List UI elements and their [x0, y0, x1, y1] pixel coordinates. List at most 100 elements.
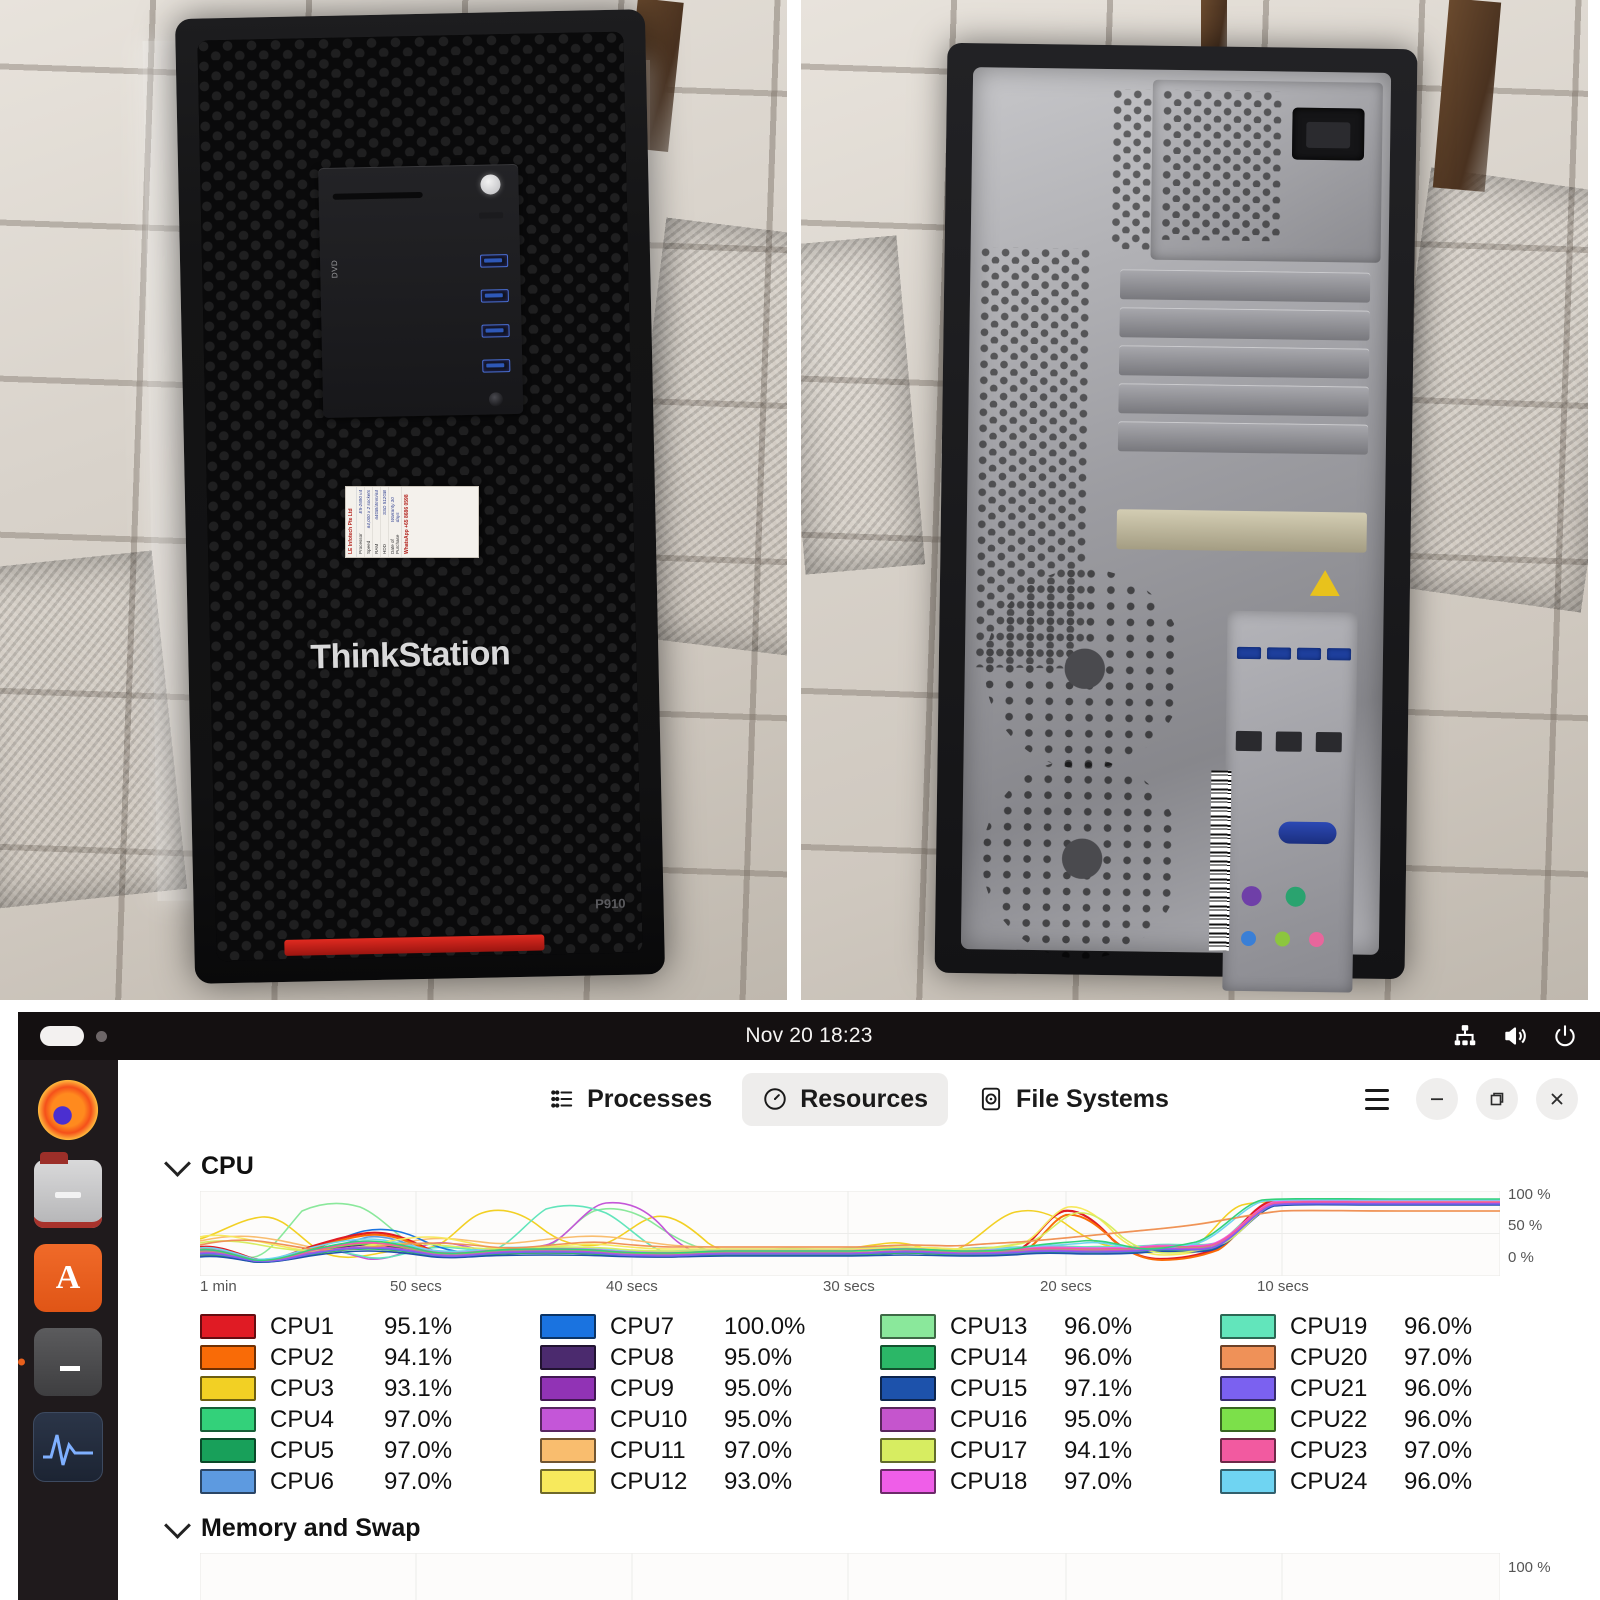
legend-item: CPU11 97.0%	[540, 1436, 880, 1465]
close-icon	[1551, 1093, 1563, 1105]
cpu-graph-svg	[200, 1191, 1500, 1276]
cpu-value: 96.0%	[1404, 1374, 1473, 1402]
cpu-value: 94.1%	[384, 1343, 453, 1371]
main-menu-button[interactable]	[1356, 1078, 1398, 1120]
hamburger-line	[1365, 1097, 1389, 1101]
network-icon[interactable]	[1452, 1023, 1478, 1049]
window-controls[interactable]	[1356, 1078, 1578, 1120]
volume-icon[interactable]	[1502, 1023, 1528, 1049]
pci-slot	[1117, 421, 1369, 455]
close-button[interactable]	[1536, 1078, 1578, 1120]
dock-item-firefox[interactable]	[34, 1076, 102, 1144]
window-header-bar: Processes Resources File Systems	[118, 1060, 1600, 1138]
cpu-color-swatch	[540, 1469, 596, 1494]
system-status-area[interactable]	[1452, 1023, 1578, 1049]
cpu-legend-column-2: CPU7 100.0% CPU8 95.0% CPU9 95.0% CPU10 95.0…	[540, 1312, 880, 1496]
model-tag: P910	[595, 895, 626, 912]
tab-resources-label: Resources	[800, 1084, 929, 1113]
x-tick-10s: 10 secs	[1257, 1278, 1309, 1295]
sticker-row: Processor E5-2690 v4	[357, 487, 365, 557]
cpu-name: CPU10	[610, 1405, 688, 1433]
cpu-name: CPU15	[950, 1374, 1028, 1402]
cpu-name: CPU3	[270, 1374, 335, 1402]
cpu-name: CPU12	[610, 1467, 688, 1495]
minimize-button[interactable]	[1416, 1078, 1458, 1120]
cpu-value: 97.1%	[1064, 1374, 1133, 1402]
legend-item: CPU16 95.0%	[880, 1405, 1220, 1434]
memory-section-title: Memory and Swap	[201, 1514, 421, 1542]
maximize-button[interactable]	[1476, 1078, 1518, 1120]
cpu-value: 97.0%	[384, 1405, 453, 1433]
legend-item: CPU22 96.0%	[1220, 1405, 1560, 1434]
tab-file-systems[interactable]: File Systems	[958, 1073, 1189, 1126]
cpu-name: CPU19	[1290, 1312, 1368, 1340]
front-usb-cluster	[479, 254, 523, 395]
dock-item-files[interactable]	[34, 1152, 102, 1228]
cpu-color-swatch	[1220, 1438, 1276, 1463]
rear-io-plate	[960, 67, 1392, 993]
dock-item-software[interactable]: A	[34, 1244, 102, 1312]
cpu-color-swatch	[880, 1407, 936, 1432]
cpu-x-axis-labels: 1 min 50 secs 40 secs 30 secs 20 secs 10…	[200, 1276, 1500, 1298]
cpu-value: 96.0%	[1064, 1312, 1133, 1340]
cpu-value: 97.0%	[384, 1467, 453, 1495]
gnome-top-bar: Nov 20 18:23	[18, 1012, 1600, 1060]
cpu-value: 100.0%	[724, 1312, 806, 1340]
legend-item: CPU10 95.0%	[540, 1405, 880, 1434]
x-tick-20s: 20 secs	[1040, 1278, 1092, 1295]
rear-vent-top	[1110, 89, 1153, 250]
tab-processes[interactable]: Processes	[529, 1073, 732, 1126]
hamburger-line	[1365, 1088, 1389, 1092]
cpu-value: 95.0%	[724, 1374, 793, 1402]
screenshot-page: DVD ThinkStation P910 LE Infotech Pte Lt…	[0, 0, 1600, 1600]
cpu-value: 96.0%	[1404, 1312, 1473, 1340]
cpu-name: CPU17	[950, 1436, 1028, 1464]
power-icon[interactable]	[1552, 1023, 1578, 1049]
tab-resources[interactable]: Resources	[742, 1072, 949, 1126]
disk-icon	[978, 1086, 1004, 1112]
cpu-name: CPU13	[950, 1312, 1028, 1340]
chevron-down-icon[interactable]	[164, 1149, 191, 1177]
legend-item: CPU24 96.0%	[1220, 1467, 1560, 1496]
cpu-name: CPU5	[270, 1436, 335, 1464]
expansion-card-bracket	[1116, 509, 1367, 553]
dock-item-system-monitor[interactable]	[33, 1412, 103, 1482]
thinkstation-front-photo: DVD ThinkStation P910 LE Infotech Pte Lt…	[0, 0, 787, 1000]
resources-pane: CPU 100 % 50 % 0 % 1 min 50 secs 40 secs…	[118, 1149, 1600, 1600]
cpu-value: 97.0%	[724, 1436, 793, 1464]
chevron-down-icon[interactable]	[164, 1511, 191, 1539]
cpu-value: 97.0%	[1404, 1343, 1473, 1371]
cpu-legend-column-3: CPU13 96.0% CPU14 96.0% CPU15 97.1% CPU16 95…	[880, 1312, 1220, 1496]
power-button[interactable]	[480, 174, 501, 195]
sticker-row: HDD SSD 512GB	[381, 487, 389, 557]
memory-section-header[interactable]: Memory and Swap	[164, 1511, 1600, 1543]
legend-item: CPU8 95.0%	[540, 1343, 880, 1372]
audio-line-in-jack	[1240, 930, 1257, 947]
dock-item-terminal[interactable]	[34, 1328, 102, 1396]
clock[interactable]: Nov 20 18:23	[18, 1024, 1600, 1048]
ps2-keyboard-port	[1241, 885, 1262, 907]
psu-vent	[1160, 89, 1283, 242]
cpu-value: 96.0%	[1064, 1343, 1133, 1371]
ps2-mouse-port	[1285, 886, 1306, 907]
cpu-legend-column-4: CPU19 96.0% CPU20 97.0% CPU21 96.0% CPU22 96…	[1220, 1312, 1560, 1496]
x-tick-40s: 40 secs	[606, 1278, 658, 1295]
tab-file-systems-label: File Systems	[1016, 1084, 1169, 1113]
cpu-color-swatch	[540, 1345, 596, 1370]
list-icon	[549, 1086, 575, 1112]
sticker-company: LE Infotech Pte Ltd	[346, 487, 357, 557]
cpu-color-swatch	[1220, 1376, 1276, 1401]
legend-item: CPU3 93.1%	[200, 1374, 540, 1403]
legend-item: CPU1 95.1%	[200, 1312, 540, 1341]
pci-slot	[1119, 307, 1370, 341]
cpu-color-swatch	[200, 1376, 256, 1401]
cpu-name: CPU7	[610, 1312, 675, 1340]
cpu-section-header[interactable]: CPU	[164, 1149, 1600, 1181]
legend-item: CPU14 96.0%	[880, 1343, 1220, 1372]
microphone-jack	[1308, 931, 1325, 948]
legend-item: CPU21 96.0%	[1220, 1374, 1560, 1403]
usb-port-1	[479, 254, 509, 268]
ubuntu-dock[interactable]: A	[18, 1060, 118, 1600]
headphone-jack	[488, 392, 504, 407]
memory-y-tick-100: 100 %	[1508, 1559, 1551, 1576]
